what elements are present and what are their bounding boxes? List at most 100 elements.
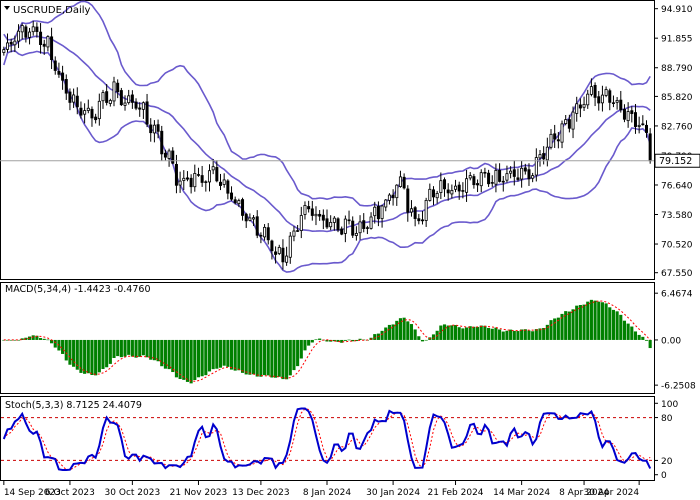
macd-bar [406, 321, 410, 340]
candle-body [178, 180, 182, 186]
macd-bar [373, 334, 377, 340]
candle-body [266, 227, 270, 241]
candle-body [443, 179, 447, 190]
candle-body [259, 234, 263, 237]
macd-bar [615, 311, 619, 340]
candle-body [17, 30, 21, 42]
price-tick-label: 67.550 [661, 269, 693, 279]
macd-bar [380, 330, 384, 340]
macd-bar [387, 324, 391, 340]
macd-bar [450, 325, 454, 340]
candle-body [20, 25, 24, 33]
candle-body [332, 217, 336, 223]
candle-body [542, 153, 546, 160]
stoch-tick-label: 100 [661, 400, 678, 410]
candle-body [615, 99, 619, 103]
stoch-tick-label: 80 [661, 414, 673, 424]
candle-body [219, 181, 223, 186]
candle-body [439, 180, 443, 193]
candle-body [626, 111, 630, 122]
macd-bar [494, 327, 498, 340]
candle-body [277, 246, 281, 254]
macd-bar [42, 338, 46, 340]
candle-body [318, 213, 322, 217]
macd-bar [211, 339, 215, 370]
macd-bar [248, 339, 252, 375]
candle-body [270, 240, 274, 252]
candle-body [2, 49, 6, 53]
candle-body [509, 170, 513, 174]
candle-body [9, 41, 13, 45]
candle-body [274, 251, 278, 255]
candle-body [387, 194, 391, 201]
macd-bar [420, 339, 425, 342]
candle-body [619, 99, 623, 111]
candle-body [134, 101, 138, 109]
candle-body [608, 90, 612, 103]
candle-body [641, 123, 645, 126]
candle-body [431, 189, 435, 198]
candle-body [564, 119, 568, 124]
macd-bar [578, 304, 582, 340]
candle-body [512, 169, 516, 177]
macd-bar [105, 339, 109, 368]
macd-bar [637, 334, 641, 340]
candle-body [501, 180, 505, 183]
macd-bar [641, 336, 645, 340]
candle-body [94, 116, 98, 121]
candle-body [600, 94, 604, 104]
macd-bar [61, 339, 65, 354]
candle-body [358, 221, 362, 234]
macd-bar [97, 339, 101, 373]
candle-body [384, 199, 388, 208]
macd-bar [553, 318, 557, 340]
macd-bar [46, 339, 50, 341]
macd-bar [123, 339, 127, 357]
candle-body [351, 220, 355, 236]
macd-bar [446, 325, 450, 340]
macd-bar [215, 339, 219, 369]
macd-bar [343, 339, 347, 341]
time-tick-label: 13 Dec 2023 [232, 488, 290, 498]
candle-body [479, 172, 483, 187]
candle-body [457, 184, 461, 192]
macd-bar [527, 330, 531, 340]
macd-bar [442, 324, 447, 340]
symbol-header[interactable]: USCRUDE,Daily [4, 5, 90, 16]
candle-body [380, 205, 384, 219]
candle-body [465, 178, 469, 193]
price-tick-label: 70.520 [661, 241, 693, 251]
macd-bar [501, 331, 505, 340]
macd-bar [622, 320, 627, 340]
candle-body [498, 170, 502, 182]
candle-body [589, 86, 593, 95]
macd-tick-label: -6.2508 [661, 382, 696, 392]
candle-body [487, 172, 491, 185]
candle-body [362, 220, 366, 229]
macd-bar [167, 339, 171, 370]
time-tick-label: 14 Mar 2024 [493, 488, 550, 498]
macd-bar [112, 339, 116, 358]
candle-body [398, 176, 402, 187]
macd-bar [244, 339, 248, 375]
macd-bar [431, 334, 436, 340]
macd-bar [274, 339, 278, 378]
time-tick-label: 30 Oct 2023 [105, 488, 161, 498]
candle-body [454, 185, 458, 190]
candle-body [101, 92, 105, 102]
macd-bar [288, 339, 292, 376]
candle-body [531, 175, 535, 179]
macd-title: MACD(5,34,4) -1.4423 -0.4760 [5, 284, 150, 295]
macd-bar [417, 336, 421, 340]
time-tick-label: 30 Apr 2024 [583, 488, 639, 498]
macd-bar [251, 339, 256, 375]
candle-body [263, 226, 267, 238]
candle-body [424, 200, 428, 221]
macd-bar [156, 339, 160, 362]
candle-body [538, 154, 542, 159]
macd-bar [630, 326, 634, 340]
candle-body [222, 179, 226, 185]
macd-bar [644, 339, 649, 341]
candle-body [255, 216, 259, 236]
candle-body [64, 79, 68, 94]
